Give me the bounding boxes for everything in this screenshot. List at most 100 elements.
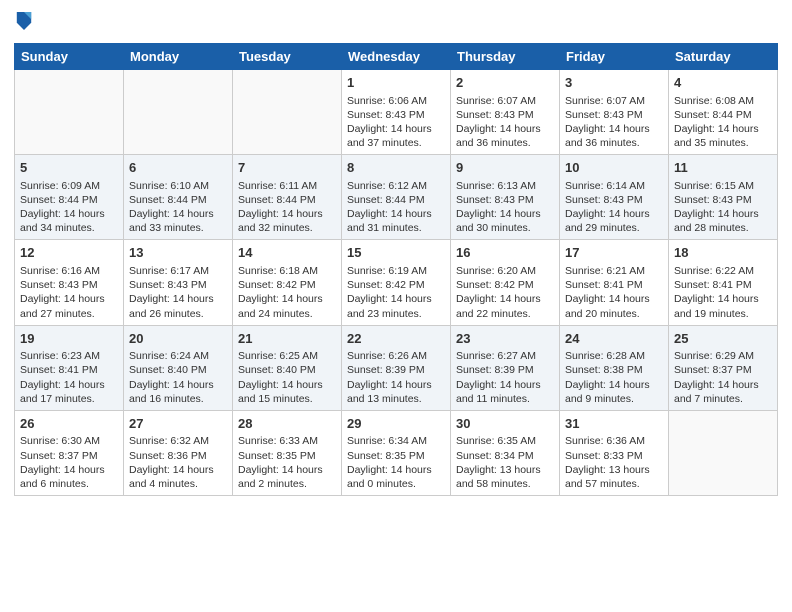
cell-line: Sunset: 8:43 PM: [456, 193, 554, 207]
calendar-cell: 29Sunrise: 6:34 AMSunset: 8:35 PMDayligh…: [342, 410, 451, 495]
cell-line: Sunrise: 6:30 AM: [20, 434, 118, 448]
cell-line: and 23 minutes.: [347, 307, 445, 321]
cell-line: and 36 minutes.: [565, 136, 663, 150]
calendar-cell: 16Sunrise: 6:20 AMSunset: 8:42 PMDayligh…: [451, 240, 560, 325]
day-number: 3: [565, 74, 663, 92]
cell-content: 18Sunrise: 6:22 AMSunset: 8:41 PMDayligh…: [674, 244, 772, 320]
cell-line: Daylight: 14 hours: [565, 292, 663, 306]
cell-line: and 17 minutes.: [20, 392, 118, 406]
calendar-cell: 30Sunrise: 6:35 AMSunset: 8:34 PMDayligh…: [451, 410, 560, 495]
day-number: 17: [565, 244, 663, 262]
cell-line: Sunrise: 6:33 AM: [238, 434, 336, 448]
cell-content: 4Sunrise: 6:08 AMSunset: 8:44 PMDaylight…: [674, 74, 772, 150]
cell-content: 5Sunrise: 6:09 AMSunset: 8:44 PMDaylight…: [20, 159, 118, 235]
day-number: 26: [20, 415, 118, 433]
day-number: 29: [347, 415, 445, 433]
cell-line: Daylight: 14 hours: [565, 378, 663, 392]
cell-content: 30Sunrise: 6:35 AMSunset: 8:34 PMDayligh…: [456, 415, 554, 491]
calendar-cell: 22Sunrise: 6:26 AMSunset: 8:39 PMDayligh…: [342, 325, 451, 410]
cell-content: 1Sunrise: 6:06 AMSunset: 8:43 PMDaylight…: [347, 74, 445, 150]
cell-content: 12Sunrise: 6:16 AMSunset: 8:43 PMDayligh…: [20, 244, 118, 320]
cell-line: Sunrise: 6:21 AM: [565, 264, 663, 278]
day-number: 25: [674, 330, 772, 348]
cell-content: 3Sunrise: 6:07 AMSunset: 8:43 PMDaylight…: [565, 74, 663, 150]
calendar-cell: [669, 410, 778, 495]
page: SundayMondayTuesdayWednesdayThursdayFrid…: [0, 0, 792, 612]
day-number: 16: [456, 244, 554, 262]
day-number: 12: [20, 244, 118, 262]
day-number: 23: [456, 330, 554, 348]
cell-line: Sunset: 8:43 PM: [565, 108, 663, 122]
calendar-week-row: 12Sunrise: 6:16 AMSunset: 8:43 PMDayligh…: [15, 240, 778, 325]
calendar-cell: 21Sunrise: 6:25 AMSunset: 8:40 PMDayligh…: [233, 325, 342, 410]
cell-line: Sunset: 8:37 PM: [674, 363, 772, 377]
cell-line: Sunrise: 6:11 AM: [238, 179, 336, 193]
cell-line: Daylight: 14 hours: [238, 378, 336, 392]
cell-line: Sunrise: 6:19 AM: [347, 264, 445, 278]
day-number: 18: [674, 244, 772, 262]
calendar-cell: 23Sunrise: 6:27 AMSunset: 8:39 PMDayligh…: [451, 325, 560, 410]
cell-line: Daylight: 14 hours: [674, 207, 772, 221]
cell-line: Sunrise: 6:09 AM: [20, 179, 118, 193]
calendar-cell: 31Sunrise: 6:36 AMSunset: 8:33 PMDayligh…: [560, 410, 669, 495]
day-number: 5: [20, 159, 118, 177]
cell-line: Sunset: 8:42 PM: [347, 278, 445, 292]
cell-line: and 20 minutes.: [565, 307, 663, 321]
cell-line: Daylight: 14 hours: [456, 207, 554, 221]
cell-line: Daylight: 14 hours: [129, 292, 227, 306]
cell-content: 15Sunrise: 6:19 AMSunset: 8:42 PMDayligh…: [347, 244, 445, 320]
cell-line: Daylight: 14 hours: [347, 378, 445, 392]
cell-line: and 6 minutes.: [20, 477, 118, 491]
cell-line: Sunset: 8:35 PM: [347, 449, 445, 463]
cell-line: Daylight: 14 hours: [347, 207, 445, 221]
cell-line: Daylight: 14 hours: [565, 207, 663, 221]
cell-line: Sunset: 8:44 PM: [129, 193, 227, 207]
calendar-cell: 15Sunrise: 6:19 AMSunset: 8:42 PMDayligh…: [342, 240, 451, 325]
cell-line: and 2 minutes.: [238, 477, 336, 491]
cell-line: Daylight: 14 hours: [347, 463, 445, 477]
cell-content: 16Sunrise: 6:20 AMSunset: 8:42 PMDayligh…: [456, 244, 554, 320]
cell-line: Sunset: 8:43 PM: [674, 193, 772, 207]
cell-line: Sunrise: 6:29 AM: [674, 349, 772, 363]
cell-line: Daylight: 13 hours: [565, 463, 663, 477]
day-number: 9: [456, 159, 554, 177]
cell-line: and 27 minutes.: [20, 307, 118, 321]
cell-line: Daylight: 14 hours: [674, 292, 772, 306]
calendar-cell: 10Sunrise: 6:14 AMSunset: 8:43 PMDayligh…: [560, 155, 669, 240]
calendar-week-row: 19Sunrise: 6:23 AMSunset: 8:41 PMDayligh…: [15, 325, 778, 410]
cell-line: and 32 minutes.: [238, 221, 336, 235]
cell-line: Sunset: 8:41 PM: [674, 278, 772, 292]
cell-line: and 4 minutes.: [129, 477, 227, 491]
cell-content: 6Sunrise: 6:10 AMSunset: 8:44 PMDaylight…: [129, 159, 227, 235]
cell-content: 17Sunrise: 6:21 AMSunset: 8:41 PMDayligh…: [565, 244, 663, 320]
cell-content: 28Sunrise: 6:33 AMSunset: 8:35 PMDayligh…: [238, 415, 336, 491]
calendar-cell: 28Sunrise: 6:33 AMSunset: 8:35 PMDayligh…: [233, 410, 342, 495]
cell-line: Daylight: 14 hours: [129, 378, 227, 392]
day-header-wednesday: Wednesday: [342, 44, 451, 70]
cell-line: and 28 minutes.: [674, 221, 772, 235]
cell-line: Sunset: 8:38 PM: [565, 363, 663, 377]
cell-line: Sunset: 8:39 PM: [456, 363, 554, 377]
day-number: 22: [347, 330, 445, 348]
day-header-saturday: Saturday: [669, 44, 778, 70]
cell-line: Sunset: 8:33 PM: [565, 449, 663, 463]
cell-content: 27Sunrise: 6:32 AMSunset: 8:36 PMDayligh…: [129, 415, 227, 491]
day-number: 11: [674, 159, 772, 177]
day-header-thursday: Thursday: [451, 44, 560, 70]
cell-line: Sunrise: 6:07 AM: [565, 94, 663, 108]
cell-line: Daylight: 14 hours: [20, 463, 118, 477]
cell-line: Sunrise: 6:28 AM: [565, 349, 663, 363]
day-number: 28: [238, 415, 336, 433]
logo: [14, 10, 33, 37]
calendar-cell: 8Sunrise: 6:12 AMSunset: 8:44 PMDaylight…: [342, 155, 451, 240]
cell-line: and 15 minutes.: [238, 392, 336, 406]
cell-line: Sunrise: 6:15 AM: [674, 179, 772, 193]
day-number: 8: [347, 159, 445, 177]
day-number: 30: [456, 415, 554, 433]
day-header-monday: Monday: [124, 44, 233, 70]
day-number: 2: [456, 74, 554, 92]
calendar-cell: 17Sunrise: 6:21 AMSunset: 8:41 PMDayligh…: [560, 240, 669, 325]
cell-line: and 7 minutes.: [674, 392, 772, 406]
cell-line: Sunset: 8:42 PM: [456, 278, 554, 292]
day-number: 14: [238, 244, 336, 262]
